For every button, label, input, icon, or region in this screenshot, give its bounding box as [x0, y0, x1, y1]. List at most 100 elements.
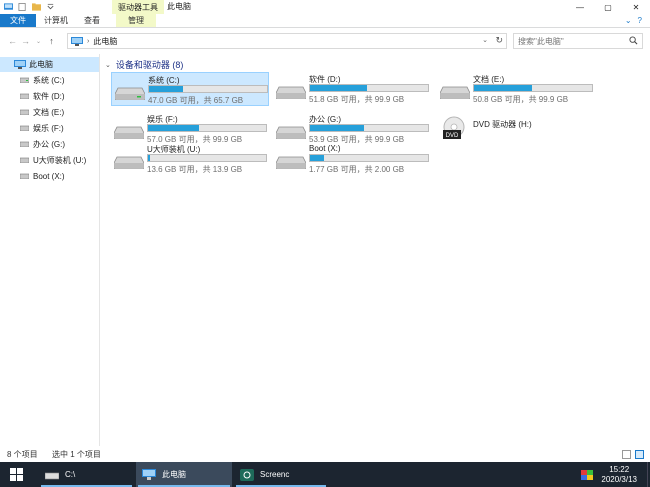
drive-icon: [45, 472, 59, 479]
taskbar-item-screen-capture[interactable]: Screenc: [234, 462, 328, 487]
ribbon-right-controls: ⌄ ?: [625, 14, 650, 27]
contextual-tab-group: 驱动器工具: [112, 0, 164, 14]
drive-size: 13.6 GB 可用，共 13.9 GB: [147, 165, 243, 174]
taskbar-item-c-drive[interactable]: C:\: [39, 462, 134, 487]
address-bar[interactable]: › 此电脑 ⌄ ↻: [67, 33, 507, 49]
color-tray-icon[interactable]: [581, 469, 594, 480]
drive-icon: [20, 93, 29, 99]
ribbon-tabs: 文件 计算机 查看 管理 ⌄ ?: [0, 14, 650, 28]
computer-icon: [71, 36, 83, 46]
drive-tile[interactable]: 文档 (E:) 50.8 GB 可用，共 99.9 GB: [437, 72, 595, 106]
details-view-icon[interactable]: [622, 449, 631, 459]
minimize-button[interactable]: —: [566, 0, 594, 14]
clock[interactable]: 15:22 2020/3/13: [601, 465, 637, 485]
drive-tile[interactable]: Boot (X:) 1.77 GB 可用，共 2.00 GB: [273, 142, 431, 176]
taskbar-item-this-pc[interactable]: 此电脑: [136, 462, 232, 487]
capacity-bar: [473, 84, 593, 92]
nav-item-drive-x[interactable]: Boot (X:): [0, 168, 99, 184]
navigation-pane: 此电脑 系统 (C:) 软件 (D:) 文档 (E:) 娱乐 (F:) 办公 (…: [0, 54, 100, 446]
capacity-bar-fill: [148, 155, 151, 161]
capacity-bar-fill: [474, 85, 532, 91]
group-header[interactable]: ⌄ 设备和驱动器 (8): [105, 58, 183, 71]
taskbar: C:\ 此电脑 Screenc 15:22 2020/3/13: [0, 462, 650, 487]
tab-computer[interactable]: 计算机: [36, 14, 76, 27]
drive-name: Boot (X:): [309, 144, 341, 153]
refresh-icon[interactable]: ↻: [495, 35, 503, 46]
nav-item-drive-c[interactable]: 系统 (C:): [0, 72, 99, 88]
nav-item-this-pc[interactable]: 此电脑: [0, 57, 99, 72]
drive-icon: [20, 109, 29, 115]
nav-item-label: 此电脑: [29, 60, 53, 69]
up-icon[interactable]: ↑: [45, 32, 58, 50]
recent-locations-icon[interactable]: ⌄: [32, 32, 45, 50]
window-title: 此电脑: [167, 2, 191, 11]
dvd-drive-icon: DVD: [443, 116, 465, 139]
search-box[interactable]: [513, 33, 643, 49]
computer-icon: [14, 60, 26, 69]
nav-item-label: U大师装机 (U:): [33, 155, 87, 165]
address-row: ← → ⌄ ↑ › 此电脑 ⌄ ↻: [0, 29, 650, 53]
drive-size: 51.8 GB 可用，共 99.9 GB: [309, 95, 405, 104]
nav-item-label: 办公 (G:): [33, 139, 65, 149]
drive-icon: [114, 126, 144, 139]
system-tray: 15:22 2020/3/13: [581, 462, 647, 487]
view-switcher: [622, 449, 650, 459]
quick-access-toolbar: [0, 0, 55, 14]
nav-item-drive-f[interactable]: 娱乐 (F:): [0, 120, 99, 136]
drive-icon: [20, 157, 29, 163]
drive-icon: [276, 156, 306, 169]
drive-tile[interactable]: 软件 (D:) 51.8 GB 可用，共 99.9 GB: [273, 72, 431, 106]
nav-item-drive-g[interactable]: 办公 (G:): [0, 136, 99, 152]
window-controls: — ▢ ✕: [566, 0, 650, 14]
clock-time: 15:22: [609, 464, 630, 474]
drive-icon: [20, 141, 29, 147]
search-input[interactable]: [518, 36, 628, 46]
tab-view[interactable]: 查看: [76, 14, 108, 27]
forward-icon[interactable]: →: [19, 32, 32, 50]
drive-tile[interactable]: 娱乐 (F:) 57.0 GB 可用，共 99.9 GB: [111, 112, 269, 146]
nav-item-label: 系统 (C:): [33, 75, 65, 85]
item-count: 8 个项目: [7, 449, 38, 459]
tab-manage[interactable]: 管理: [116, 14, 156, 27]
drive-size: 1.77 GB 可用，共 2.00 GB: [309, 165, 405, 174]
breadcrumb-separator-icon[interactable]: ›: [87, 38, 89, 45]
nav-item-label: 软件 (D:): [33, 91, 65, 101]
status-bar: 8 个项目 选中 1 个项目: [0, 446, 650, 462]
drive-tile[interactable]: U大师装机 (U:) 13.6 GB 可用，共 13.9 GB: [111, 142, 269, 176]
capacity-bar: [309, 154, 429, 162]
nav-item-drive-u[interactable]: U大师装机 (U:): [0, 152, 99, 168]
tab-file[interactable]: 文件: [0, 14, 36, 27]
properties-icon[interactable]: [18, 3, 27, 11]
close-button[interactable]: ✕: [622, 0, 650, 14]
drive-icon: [276, 86, 306, 99]
title-bar: 驱动器工具 此电脑 — ▢ ✕: [0, 0, 650, 14]
nav-item-drive-e[interactable]: 文档 (E:): [0, 104, 99, 120]
drive-icon: [20, 173, 29, 179]
drive-tile-dvd[interactable]: DVD DVD 驱动器 (H:): [437, 112, 595, 146]
nav-item-drive-d[interactable]: 软件 (D:): [0, 88, 99, 104]
help-icon[interactable]: ?: [638, 16, 642, 25]
address-dropdown-icon[interactable]: ⌄: [482, 36, 488, 44]
drive-tile[interactable]: 办公 (G:) 53.9 GB 可用，共 99.9 GB: [273, 112, 431, 146]
drive-tile[interactable]: 系统 (C:) 47.0 GB 可用，共 65.7 GB: [111, 72, 269, 106]
drive-name: DVD 驱动器 (H:): [473, 120, 532, 129]
taskbar-item-label: C:\: [65, 470, 76, 479]
collapse-chevron-icon[interactable]: ⌄: [105, 61, 111, 69]
computer-icon: [142, 469, 156, 480]
capacity-bar-fill: [310, 85, 367, 91]
dvd-badge: DVD: [446, 133, 459, 139]
content-pane: ⌄ 设备和驱动器 (8) 系统 (C:) 47.0 GB 可用，共 65.7 GB…: [101, 54, 650, 446]
capacity-bar-fill: [149, 86, 183, 92]
taskbar-item-label: Screenc: [260, 470, 290, 479]
search-icon[interactable]: [629, 36, 638, 45]
customize-toolbar-icon[interactable]: [46, 3, 55, 11]
expand-ribbon-icon[interactable]: ⌄: [625, 16, 632, 25]
maximize-button[interactable]: ▢: [594, 0, 622, 14]
tiles-view-icon[interactable]: [635, 449, 644, 459]
selection-count: 选中 1 个项目: [52, 449, 101, 459]
breadcrumb-this-pc[interactable]: 此电脑: [93, 36, 117, 47]
back-icon[interactable]: ←: [6, 32, 19, 50]
new-folder-icon[interactable]: [32, 3, 41, 11]
drive-icon: [20, 77, 29, 83]
start-button[interactable]: [0, 462, 33, 487]
